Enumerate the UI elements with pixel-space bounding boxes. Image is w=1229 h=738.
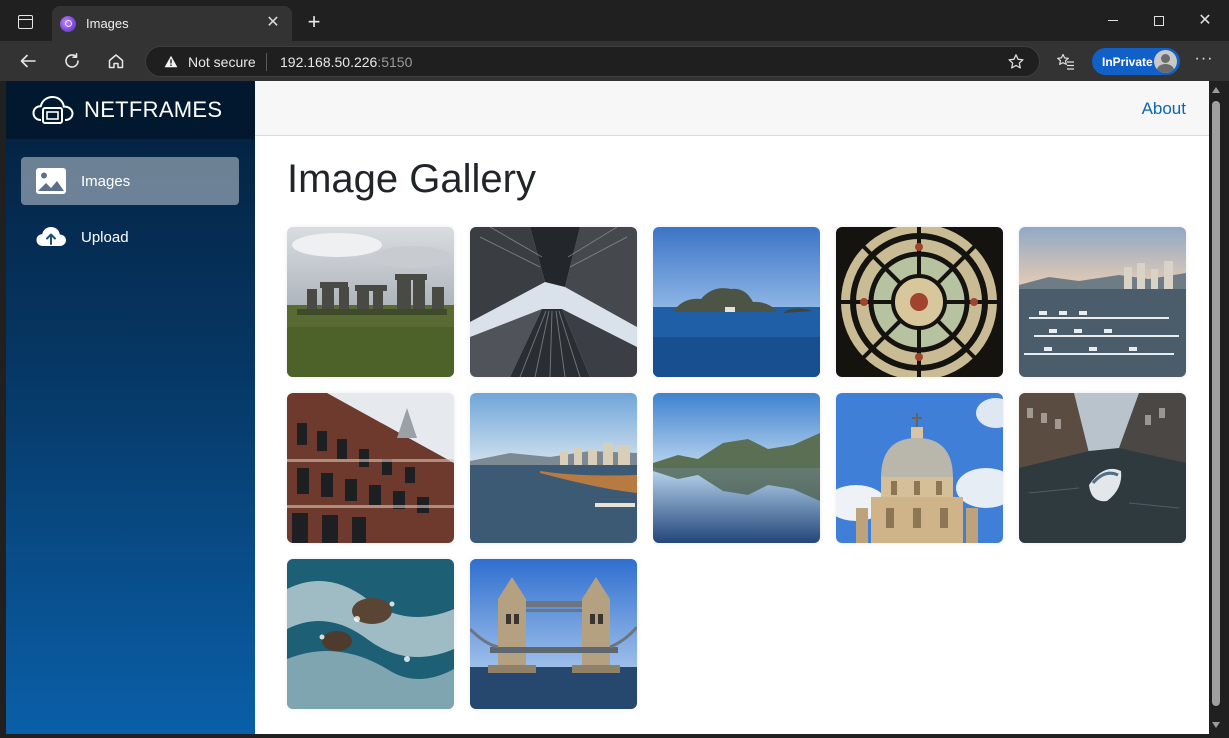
maximize-icon[interactable] [1136, 0, 1182, 41]
address-bar[interactable]: Not secure 192.168.50.226:5150 [145, 46, 1040, 77]
address-separator [266, 53, 267, 71]
inprivate-button[interactable]: InPrivate [1092, 48, 1180, 75]
page-scrollbar[interactable] [1209, 81, 1223, 734]
url-host: 192.168.50.226 [280, 54, 378, 70]
scroll-down-icon[interactable] [1212, 722, 1220, 728]
about-link[interactable]: About [1142, 99, 1186, 119]
sidebar-item-label: Images [81, 172, 131, 190]
refresh-icon[interactable] [56, 45, 88, 77]
sidebar-item-label: Upload [81, 228, 129, 246]
gallery-image-gothic-building[interactable] [287, 393, 454, 543]
new-tab-icon[interactable]: + [300, 10, 328, 36]
top-navbar: About [255, 81, 1209, 136]
profile-avatar [1154, 50, 1177, 73]
image-icon [36, 168, 66, 194]
brand[interactable]: NETFRAMES [6, 81, 255, 139]
home-icon[interactable] [100, 45, 132, 77]
scroll-up-icon[interactable] [1212, 87, 1220, 93]
gallery-image-stained-glass[interactable] [836, 227, 1003, 377]
sidebar-item-upload[interactable]: Upload [21, 213, 239, 261]
tab-favicon-icon [60, 15, 76, 32]
close-window-icon[interactable]: ✕ [1182, 0, 1228, 41]
gallery-image-canal[interactable] [1019, 393, 1186, 543]
cloud-upload-icon [36, 227, 66, 246]
url-text[interactable]: 192.168.50.226:5150 [280, 54, 412, 70]
sidebar: NETFRAMES Images Upload [6, 81, 255, 734]
back-icon[interactable] [12, 45, 44, 77]
tab-title: Images [86, 16, 129, 31]
star-icon[interactable] [1007, 53, 1025, 71]
security-label[interactable]: Not secure [188, 54, 256, 70]
browser-toolbar: Not secure 192.168.50.226:5150 InPrivate… [0, 41, 1229, 81]
warning-icon[interactable] [164, 55, 178, 68]
gallery-image-ocean-rocks[interactable] [287, 559, 454, 709]
gallery-image-skyscrapers[interactable] [470, 227, 637, 377]
brand-name: NETFRAMES [84, 97, 223, 122]
gallery-image-waterfront[interactable] [470, 393, 637, 543]
cloud-frame-logo-icon [32, 95, 74, 124]
page-title: Image Gallery [287, 157, 536, 201]
browser-tab[interactable]: Images ✕ [52, 6, 292, 41]
favorites-icon[interactable] [1056, 52, 1076, 72]
sidebar-item-images[interactable]: Images [21, 157, 239, 205]
url-port: :5150 [377, 54, 413, 70]
more-icon[interactable]: ··· [1192, 50, 1216, 72]
scrollbar-thumb[interactable] [1212, 101, 1220, 706]
gallery-image-stonehenge[interactable] [287, 227, 454, 377]
gallery-image-mountain-lake[interactable] [653, 393, 820, 543]
gallery-image-cathedral-dome[interactable] [836, 393, 1003, 543]
tab-close-icon[interactable]: ✕ [264, 14, 282, 32]
tab-actions-icon[interactable] [10, 8, 40, 36]
gallery-image-tower-bridge[interactable] [470, 559, 637, 709]
page-viewport: NETFRAMES Images Upload About Image Gall… [6, 81, 1209, 734]
gallery-image-island[interactable] [653, 227, 820, 377]
browser-titlebar: Images ✕ + ✕ [0, 0, 1229, 41]
inprivate-label: InPrivate [1102, 54, 1153, 69]
gallery-image-marina[interactable] [1019, 227, 1186, 377]
minimize-icon[interactable] [1090, 0, 1136, 41]
